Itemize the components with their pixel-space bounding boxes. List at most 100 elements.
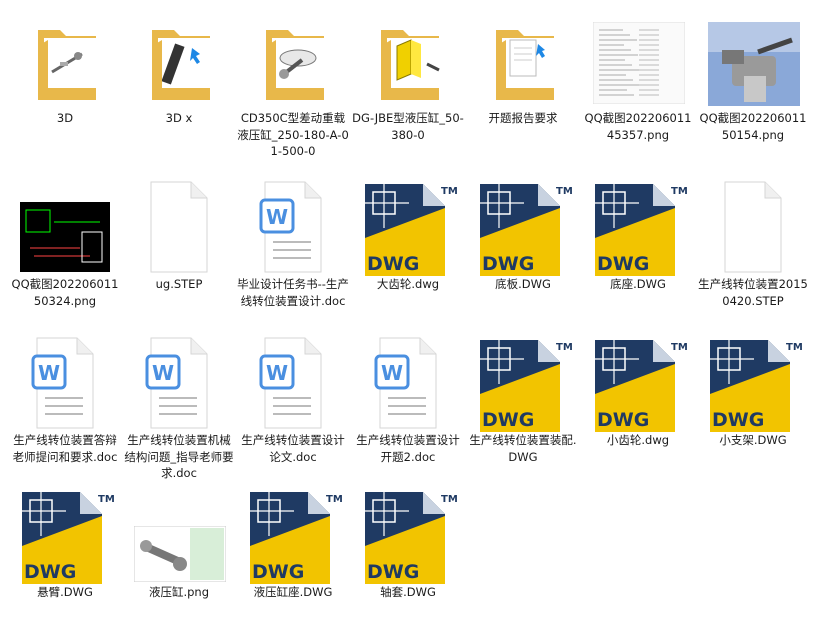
- folder-icon: [152, 30, 210, 100]
- file-item[interactable]: W 毕业设计任务书--生产线转位装置设计.doc: [236, 180, 350, 330]
- svg-text:W: W: [38, 361, 60, 385]
- file-name-label: 小齿轮.dwg: [606, 433, 670, 447]
- file-thumbnail[interactable]: [696, 14, 810, 110]
- file-name-label: 3D: [56, 111, 74, 125]
- file-thumbnail[interactable]: DWG TM: [8, 488, 122, 584]
- file-thumbnail[interactable]: DWG TM: [466, 336, 580, 432]
- file-item[interactable]: W 生产线转位装置设计开题2.doc: [351, 336, 465, 486]
- file-thumbnail[interactable]: [122, 488, 236, 584]
- dwg-file-icon: DWG TM: [22, 492, 114, 584]
- file-item[interactable]: DG-JBE型液压缸_50-380-0: [351, 14, 465, 164]
- image-thumbnail-icon: [593, 22, 685, 104]
- svg-text:W: W: [266, 205, 288, 229]
- file-name-label: 生产线转位装置设计 论文.doc: [241, 433, 345, 464]
- svg-text:DWG: DWG: [482, 409, 534, 431]
- folder-icon: [38, 30, 96, 100]
- svg-text:TM: TM: [671, 342, 687, 353]
- file-item[interactable]: 3D: [8, 14, 122, 164]
- svg-text:DWG: DWG: [24, 561, 76, 583]
- file-name-label: ug.STEP: [155, 277, 203, 291]
- file-item[interactable]: DWG TM 底板.DWG: [466, 180, 580, 330]
- word-document-icon: W: [259, 337, 322, 429]
- file-item[interactable]: W 生产线转位装置设计 论文.doc: [236, 336, 350, 486]
- file-item[interactable]: DWG TM 液压缸座.DWG: [236, 488, 350, 638]
- word-document-icon: W: [374, 337, 437, 429]
- file-item[interactable]: QQ截图20220601150154.png: [696, 14, 810, 164]
- image-thumbnail-icon: [708, 22, 800, 106]
- file-thumbnail[interactable]: [8, 180, 122, 276]
- word-document-icon: W: [31, 337, 94, 429]
- file-thumbnail[interactable]: W: [122, 336, 236, 432]
- svg-text:DWG: DWG: [252, 561, 304, 583]
- svg-text:DWG: DWG: [597, 253, 649, 275]
- file-name-label: 底板.DWG: [495, 277, 551, 291]
- file-thumbnail[interactable]: [8, 14, 122, 110]
- dwg-file-icon: DWG TM: [250, 492, 342, 584]
- dwg-file-icon: DWG TM: [480, 184, 572, 276]
- file-name-label: 底座.DWG: [610, 277, 666, 291]
- file-thumbnail[interactable]: DWG TM: [581, 180, 695, 276]
- file-item[interactable]: DWG TM 底座.DWG: [581, 180, 695, 330]
- file-item[interactable]: DWG TM 大齿轮.dwg: [351, 180, 465, 330]
- file-thumbnail[interactable]: [122, 180, 236, 276]
- image-thumbnail-icon: [134, 526, 226, 582]
- dwg-file-icon: DWG TM: [595, 340, 687, 432]
- file-name-label: 开题报告要求: [488, 111, 558, 125]
- svg-text:TM: TM: [556, 186, 572, 197]
- file-item[interactable]: DWG TM 生产线转位装置装配.DWG: [466, 336, 580, 486]
- file-thumbnail[interactable]: [351, 14, 465, 110]
- svg-text:TM: TM: [556, 342, 572, 353]
- svg-text:DWG: DWG: [367, 253, 419, 275]
- svg-text:TM: TM: [786, 342, 802, 353]
- file-thumbnail[interactable]: [236, 14, 350, 110]
- file-item[interactable]: QQ截图20220601145357.png: [581, 14, 695, 164]
- svg-text:DWG: DWG: [482, 253, 534, 275]
- file-item[interactable]: 生产线转位装置20150420.STEP: [696, 180, 810, 330]
- svg-text:TM: TM: [671, 186, 687, 197]
- file-thumbnail[interactable]: W: [351, 336, 465, 432]
- folder-icon: [266, 30, 324, 100]
- file-item[interactable]: W 生产线转位装置答辩老师提问和要求.doc: [8, 336, 122, 486]
- dwg-file-icon: DWG TM: [595, 184, 687, 276]
- file-thumbnail[interactable]: [581, 14, 695, 110]
- file-item[interactable]: DWG TM 小齿轮.dwg: [581, 336, 695, 486]
- file-item[interactable]: DWG TM 小支架.DWG: [696, 336, 810, 486]
- file-thumbnail[interactable]: [466, 14, 580, 110]
- file-name-label: 液压缸座.DWG: [253, 585, 333, 599]
- folder-icon: [381, 30, 440, 100]
- dwg-file-icon: DWG TM: [365, 184, 457, 276]
- file-name-label: CD350C型差动重载液压缸_250-180-A-01-500-0: [237, 111, 349, 158]
- file-item[interactable]: W 生产线转位装置机械结构问题_指导老师要求.doc: [122, 336, 236, 486]
- file-thumbnail[interactable]: W: [236, 180, 350, 276]
- file-item[interactable]: DWG TM 悬臂.DWG: [8, 488, 122, 638]
- file-thumbnail[interactable]: [122, 14, 236, 110]
- file-item[interactable]: QQ截图20220601150324.png: [8, 180, 122, 330]
- file-thumbnail[interactable]: DWG TM: [351, 488, 465, 584]
- svg-text:DWG: DWG: [712, 409, 764, 431]
- file-name-label: QQ截图20220601150324.png: [11, 277, 119, 308]
- file-item[interactable]: CD350C型差动重载液压缸_250-180-A-01-500-0: [236, 14, 350, 164]
- file-name-label: 生产线转位装置装配.DWG: [469, 433, 577, 464]
- svg-text:TM: TM: [441, 494, 457, 505]
- svg-text:W: W: [266, 361, 288, 385]
- image-thumbnail-icon: [20, 202, 110, 272]
- file-item[interactable]: ug.STEP: [122, 180, 236, 330]
- file-item[interactable]: DWG TM 轴套.DWG: [351, 488, 465, 638]
- file-thumbnail[interactable]: DWG TM: [696, 336, 810, 432]
- file-name-label: QQ截图20220601150154.png: [699, 111, 807, 142]
- file-name-label: 悬臂.DWG: [37, 585, 93, 599]
- file-thumbnail[interactable]: [696, 180, 810, 276]
- svg-text:TM: TM: [98, 494, 114, 505]
- file-thumbnail[interactable]: DWG TM: [466, 180, 580, 276]
- file-thumbnail[interactable]: DWG TM: [236, 488, 350, 584]
- step-file-icon: [724, 181, 782, 273]
- file-thumbnail[interactable]: DWG TM: [351, 180, 465, 276]
- file-thumbnail[interactable]: W: [236, 336, 350, 432]
- file-thumbnail[interactable]: W: [8, 336, 122, 432]
- file-item[interactable]: 开题报告要求: [466, 14, 580, 164]
- file-item[interactable]: 3D x: [122, 14, 236, 164]
- file-item[interactable]: 液压缸.png: [122, 488, 236, 638]
- file-name-label: 毕业设计任务书--生产线转位装置设计.doc: [237, 277, 349, 308]
- file-thumbnail[interactable]: DWG TM: [581, 336, 695, 432]
- word-document-icon: W: [145, 337, 208, 429]
